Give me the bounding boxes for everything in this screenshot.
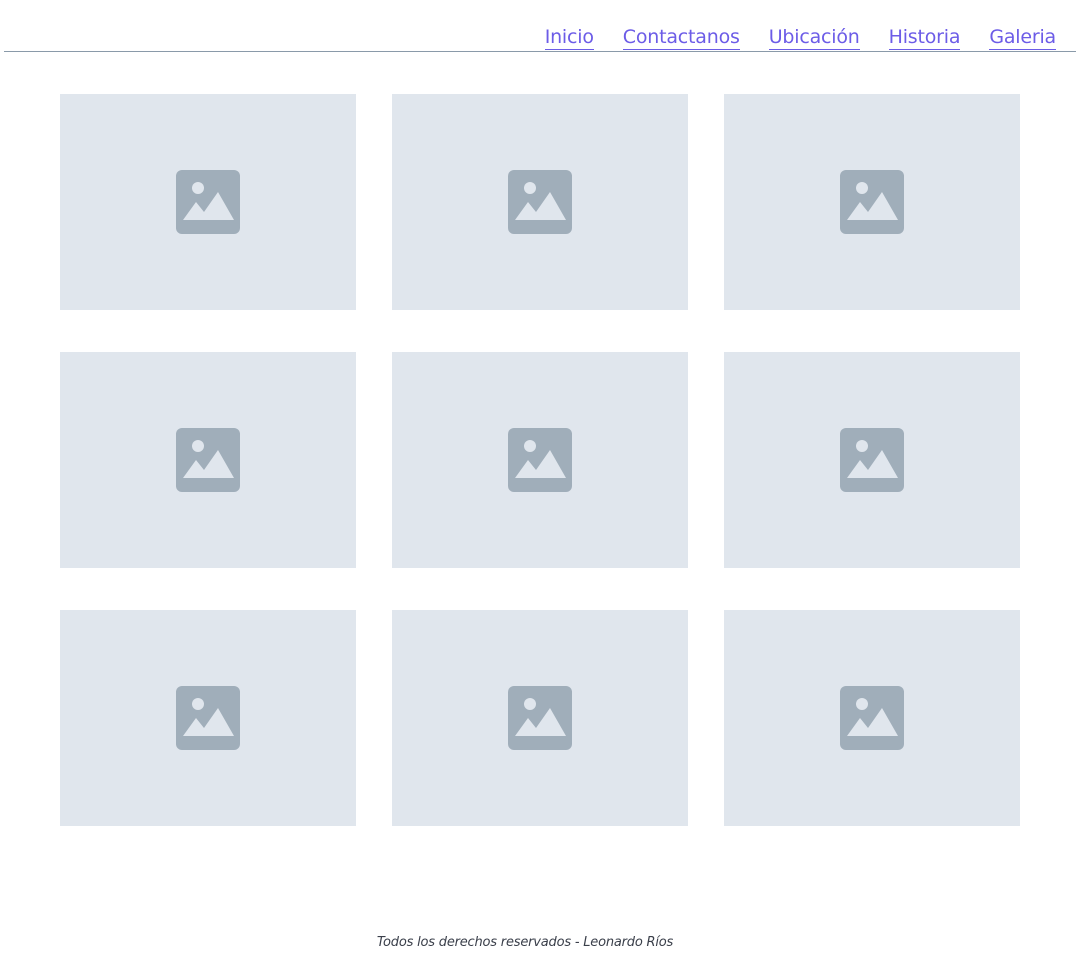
image-placeholder-icon [176, 686, 240, 750]
site-header: Inicio Contactanos Ubicación Historia Ga… [4, 0, 1076, 52]
image-placeholder-icon [508, 428, 572, 492]
image-placeholder-icon [176, 170, 240, 234]
image-placeholder-icon [508, 170, 572, 234]
footer-copyright: Todos los derechos reservados - Leonardo… [376, 935, 674, 950]
main-nav: Inicio Contactanos Ubicación Historia Ga… [544, 26, 1056, 50]
gallery-tile[interactable] [60, 94, 356, 310]
gallery-tile[interactable] [724, 352, 1020, 568]
nav-link-contactanos[interactable]: Contactanos [622, 26, 740, 50]
image-placeholder-icon [840, 428, 904, 492]
image-placeholder-icon [840, 170, 904, 234]
nav-link-ubicacion[interactable]: Ubicación [768, 26, 860, 50]
nav-link-historia[interactable]: Historia [888, 26, 961, 50]
image-placeholder-icon [508, 686, 572, 750]
gallery-tile[interactable] [724, 610, 1020, 826]
gallery-tile[interactable] [392, 352, 688, 568]
gallery-tile[interactable] [60, 610, 356, 826]
gallery-tile[interactable] [392, 94, 688, 310]
nav-link-galeria[interactable]: Galeria [989, 26, 1056, 50]
gallery-grid [60, 94, 1020, 826]
nav-link-inicio[interactable]: Inicio [544, 26, 594, 50]
image-placeholder-icon [176, 428, 240, 492]
page: Inicio Contactanos Ubicación Historia Ga… [0, 0, 1080, 968]
image-placeholder-icon [840, 686, 904, 750]
gallery-tile[interactable] [60, 352, 356, 568]
gallery-tile[interactable] [392, 610, 688, 826]
gallery-tile[interactable] [724, 94, 1020, 310]
